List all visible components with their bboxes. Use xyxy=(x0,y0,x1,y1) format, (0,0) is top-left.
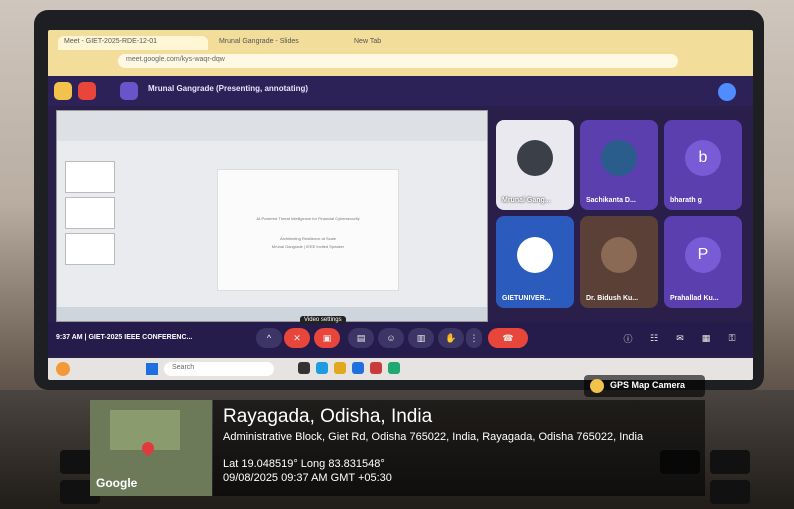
info-icon[interactable]: ⓘ xyxy=(618,328,638,348)
tab-new[interactable]: New Tab xyxy=(348,36,438,50)
shared-screen: AI-Powered Threat Intelligence for Finan… xyxy=(56,110,488,322)
weather-icon xyxy=(56,362,70,376)
app-icon[interactable] xyxy=(370,362,382,374)
map-thumbnail: Google xyxy=(90,400,212,496)
gps-city: Rayagada, Odisha, India xyxy=(223,406,433,427)
participant-tile[interactable]: b bharath g xyxy=(664,120,742,210)
edge-icon[interactable] xyxy=(352,362,364,374)
current-slide: AI-Powered Threat Intelligence for Finan… xyxy=(217,169,399,291)
video-settings-tooltip: Video settings xyxy=(300,316,346,324)
participant-initial: P xyxy=(685,236,721,273)
participant-initial: b xyxy=(685,139,721,176)
taskview-icon[interactable] xyxy=(298,362,310,374)
gps-address: Administrative Block, Giet Rd, Odisha 76… xyxy=(223,431,644,443)
participant-tile[interactable]: Mrunal Gang... xyxy=(496,120,574,210)
ppt-status-bar xyxy=(57,307,487,321)
participant-tile[interactable]: GIETUNIVER... xyxy=(496,216,574,308)
meeting-separator: | xyxy=(84,334,87,341)
meet-logo-icon xyxy=(54,82,72,100)
end-call-button[interactable]: ☎ xyxy=(488,328,528,348)
gps-camera-badge: GPS Map Camera xyxy=(584,375,705,397)
participant-name: Mrunal Gang... xyxy=(502,197,551,204)
participant-tile[interactable]: Sachikanta D... xyxy=(580,120,658,210)
participant-name: GIETUNIVER... xyxy=(502,295,551,302)
meeting-time: 9:37 AM xyxy=(56,334,83,341)
camera-off-button[interactable]: ▣ xyxy=(314,328,340,348)
browser-chrome: Meet - GIET-2025-RDE-12-01 Mrunal Gangra… xyxy=(48,30,753,76)
activities-icon[interactable]: ▦ xyxy=(696,328,716,348)
emoji-button[interactable]: ☺ xyxy=(378,328,404,348)
taskbar-search[interactable]: Search xyxy=(164,362,274,376)
participant-name: Dr. Bidush Ku... xyxy=(586,295,639,302)
mic-options-button[interactable]: ^ xyxy=(256,328,282,348)
university-logo xyxy=(517,236,553,273)
whatsapp-icon[interactable] xyxy=(388,362,400,374)
chrome-icon[interactable] xyxy=(316,362,328,374)
map-attribution: Google xyxy=(96,476,138,490)
chat-icon[interactable]: ✉ xyxy=(670,328,690,348)
camera-logo-icon xyxy=(590,379,604,393)
keyboard-key xyxy=(710,480,750,504)
tab-meet[interactable]: Meet - GIET-2025-RDE-12-01 xyxy=(58,36,208,50)
gps-datetime: 09/08/2025 09:37 AM GMT +05:30 xyxy=(223,472,392,484)
participant-name: bharath g xyxy=(670,197,702,204)
people-icon[interactable]: ☷ xyxy=(644,328,664,348)
slide-subtitle: Architecting Resilience at Scale xyxy=(279,236,337,241)
participant-tile[interactable]: Dr. Bidush Ku... xyxy=(580,216,658,308)
slide-byline: Mrunal Gangrade | IEEE Invited Speaker xyxy=(271,244,345,249)
meeting-name: GIET-2025 IEEE CONFERENC... xyxy=(88,334,193,341)
tab-slides[interactable]: Mrunal Gangrade - Slides xyxy=(213,36,343,50)
more-options-button[interactable]: ⋮ xyxy=(466,328,482,348)
participant-photo xyxy=(601,139,637,176)
participant-photo xyxy=(601,236,637,273)
laptop-screen: Meet - GIET-2025-RDE-12-01 Mrunal Gangra… xyxy=(48,30,753,380)
participant-name: Prahallad Ku... xyxy=(670,295,719,302)
presenter-avatar xyxy=(120,82,138,100)
raise-hand-button[interactable]: ✋ xyxy=(438,328,464,348)
ppt-ribbon xyxy=(57,111,487,141)
meeting-info: 9:37 AM | GIET-2025 IEEE CONFERENC... xyxy=(56,334,192,341)
gps-coordinates: Lat 19.048519° Long 83.831548° xyxy=(223,458,385,470)
presenter-title: Mrunal Gangrade (Presenting, annotating) xyxy=(148,84,309,93)
slide-thumbnail xyxy=(65,233,115,265)
host-controls-icon[interactable]: ⚿ xyxy=(722,328,742,348)
keyboard-key xyxy=(710,450,750,474)
captions-button[interactable]: ▤ xyxy=(348,328,374,348)
participant-video xyxy=(517,139,553,176)
annotate-pen-icon[interactable] xyxy=(718,83,736,101)
participant-tile[interactable]: P Prahallad Ku... xyxy=(664,216,742,308)
address-bar[interactable]: meet.google.com/kys-waqr-dqw xyxy=(118,54,678,68)
participant-name: Sachikanta D... xyxy=(586,197,636,204)
record-icon[interactable] xyxy=(78,82,96,100)
gps-info-panel: Rayagada, Odisha, India Administrative B… xyxy=(213,400,705,496)
slide-thumbnail xyxy=(65,197,115,229)
gps-badge-text: GPS Map Camera xyxy=(610,380,686,390)
slide-thumbnail xyxy=(65,161,115,193)
slide-title: AI-Powered Threat Intelligence for Finan… xyxy=(256,216,360,221)
windows-start-icon[interactable] xyxy=(146,363,158,375)
explorer-icon[interactable] xyxy=(334,362,346,374)
mic-off-button[interactable]: ✕ xyxy=(284,328,310,348)
present-button[interactable]: ▥ xyxy=(408,328,434,348)
